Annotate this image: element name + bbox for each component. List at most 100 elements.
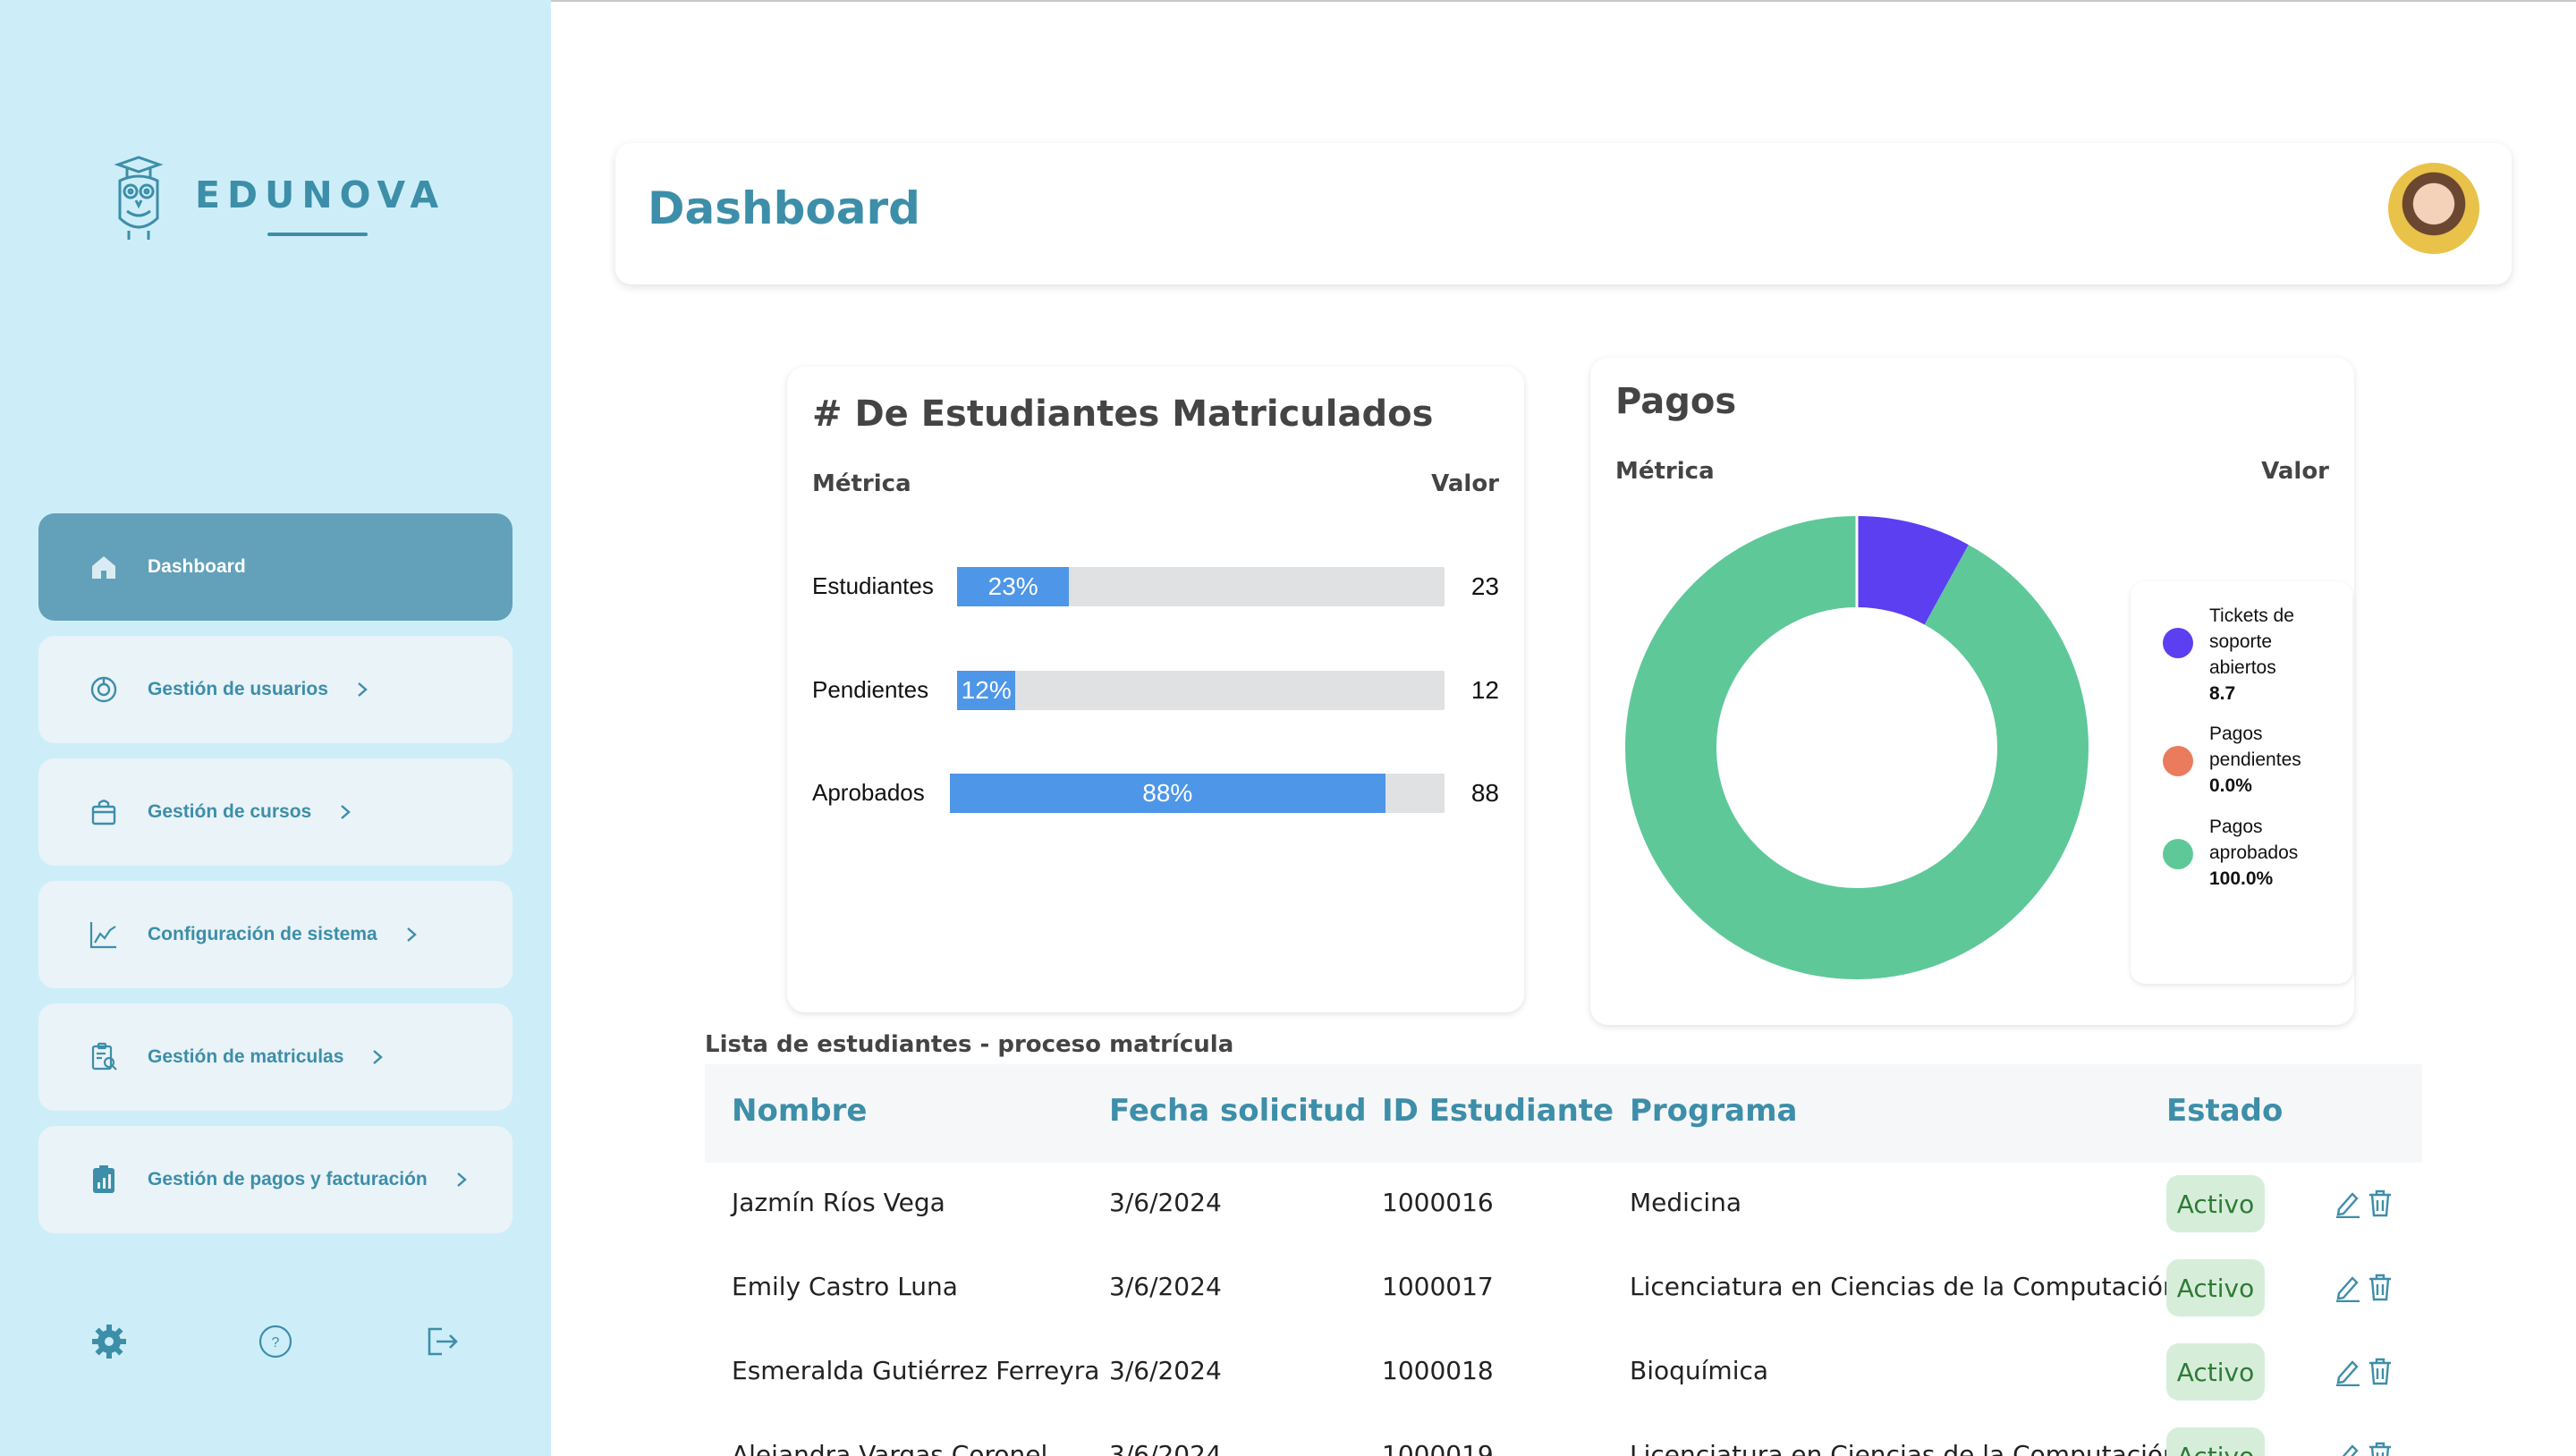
cell-date: 3/6/2024: [1109, 1440, 1222, 1456]
donut-slice[interactable]: [1625, 516, 2089, 979]
cell-name: Jazmín Ríos Vega: [732, 1188, 945, 1217]
sidebar-item-label: Gestión de matriculas: [148, 1046, 344, 1067]
chevron-right-icon: [353, 681, 371, 698]
brand-underline: [267, 233, 368, 236]
status-badge: Activo: [2166, 1259, 2265, 1316]
status-badge: Activo: [2166, 1175, 2265, 1232]
cell-date: 3/6/2024: [1109, 1356, 1222, 1385]
value-header: Valor: [1431, 470, 1499, 497]
sidebar-item-label: Gestión de pagos y facturación: [148, 1169, 428, 1189]
bar-value: 23: [1470, 572, 1499, 600]
cell-id: 1000016: [1382, 1188, 1494, 1217]
cell-id: 1000018: [1382, 1356, 1494, 1385]
edit-icon[interactable]: [2334, 1440, 2361, 1456]
sidebar-footer: ?: [0, 1322, 551, 1363]
status-badge: Activo: [2166, 1427, 2265, 1456]
chevron-right-icon: [453, 1171, 470, 1189]
column-header-date[interactable]: Fecha solicitud: [1109, 1093, 1367, 1129]
bar-fill: 23%: [957, 567, 1070, 606]
column-header-status[interactable]: Estado: [2166, 1093, 2283, 1129]
chart-line-icon: [89, 919, 119, 950]
sidebar-item-system-config[interactable]: Configuración de sistema: [38, 881, 513, 988]
sidebar-item-dashboard[interactable]: Dashboard: [38, 513, 513, 621]
payments-card: Pagos Métrica Valor Tickets de soporte a…: [1590, 358, 2354, 1025]
report-icon: [89, 1164, 119, 1195]
cell-program: Licenciatura en Ciencias de la Computaci…: [1630, 1272, 2179, 1301]
cell-date: 3/6/2024: [1109, 1272, 1222, 1301]
legend-label: Pagos aprobados: [2209, 817, 2299, 863]
sidebar-item-label: Gestión de usuarios: [148, 679, 328, 699]
cell-id: 1000019: [1382, 1440, 1494, 1456]
metric-header: Métrica: [812, 470, 911, 497]
legend-swatch: [2163, 746, 2193, 776]
column-header-program[interactable]: Programa: [1630, 1093, 1797, 1129]
bar-fill: 88%: [950, 774, 1385, 813]
delete-icon[interactable]: [2367, 1440, 2394, 1456]
bar-track: 88%: [950, 774, 1445, 813]
owl-logo-icon: [114, 156, 164, 240]
cell-program: Medicina: [1630, 1188, 1742, 1217]
table-row[interactable]: Jazmín Ríos Vega 3/6/2024 1000016 Medicina A…: [705, 1163, 2422, 1247]
table-header: Nombre Fecha solicitud ID Estudiante Pro…: [705, 1064, 2422, 1163]
delete-icon[interactable]: [2367, 1188, 2394, 1218]
legend-text: Pagos pendientes 0.0%: [2209, 721, 2343, 799]
column-header-name[interactable]: Nombre: [732, 1093, 867, 1129]
home-icon: [89, 552, 119, 582]
chevron-right-icon: [402, 926, 420, 944]
student-list-title: Lista de estudiantes - proceso matrícula: [705, 1031, 1234, 1058]
user-circle-icon: [89, 674, 119, 705]
enrolled-students-card: # De Estudiantes Matriculados Métrica Va…: [787, 367, 1524, 1012]
delete-icon[interactable]: [2367, 1272, 2394, 1302]
column-header-id[interactable]: ID Estudiante: [1382, 1093, 1614, 1129]
bar-label: Pendientes: [812, 676, 929, 703]
bag-icon: [89, 797, 119, 827]
status-badge: Activo: [2166, 1343, 2265, 1401]
svg-text:?: ?: [272, 1335, 280, 1350]
sidebar-item-users[interactable]: Gestión de usuarios: [38, 636, 513, 743]
sidebar-item-courses[interactable]: Gestión de cursos: [38, 758, 513, 866]
chevron-right-icon: [369, 1048, 386, 1066]
value-header: Valor: [2261, 458, 2329, 485]
bar-row: Pendientes 12% 12: [787, 671, 1524, 710]
avatar[interactable]: [2388, 163, 2479, 254]
cell-name: Esmeralda Gutiérrez Ferreyra: [732, 1356, 1100, 1385]
legend-value: 0.0%: [2209, 775, 2252, 796]
bar-value: 12: [1470, 676, 1499, 704]
bar-track: 12%: [957, 671, 1445, 710]
brand-name: EDUNOVA: [195, 174, 446, 216]
delete-icon[interactable]: [2367, 1356, 2394, 1386]
gear-icon[interactable]: [89, 1322, 129, 1361]
edit-icon[interactable]: [2334, 1188, 2361, 1219]
bar-fill: 12%: [957, 671, 1016, 710]
clipboard-search-icon: [89, 1042, 119, 1072]
edit-icon[interactable]: [2334, 1272, 2361, 1303]
legend-swatch: [2163, 839, 2193, 869]
cell-program: Bioquímica: [1630, 1356, 1769, 1385]
help-icon[interactable]: ?: [256, 1322, 295, 1361]
header-card: Dashboard: [615, 143, 2512, 284]
cell-name: Alejandra Vargas Coronel: [732, 1440, 1048, 1456]
page-title: Dashboard: [648, 182, 920, 234]
legend-swatch: [2163, 628, 2193, 658]
bar-row: Aprobados 88% 88: [787, 774, 1524, 813]
bar-label: Estudiantes: [812, 572, 934, 599]
cell-date: 3/6/2024: [1109, 1188, 1222, 1217]
legend-text: Pagos aprobados 100.0%: [2209, 814, 2343, 892]
table-row[interactable]: Esmeralda Gutiérrez Ferreyra 3/6/2024 1000…: [705, 1331, 2422, 1415]
legend-value: 100.0%: [2209, 868, 2274, 889]
cell-id: 1000017: [1382, 1272, 1494, 1301]
table-row[interactable]: Alejandra Vargas Coronel 3/6/2024 1000019 L…: [705, 1415, 2422, 1456]
table-row[interactable]: Emily Castro Luna 3/6/2024 1000017 Licencia…: [705, 1247, 2422, 1331]
bar-track: 23%: [957, 567, 1445, 606]
bar-label: Aprobados: [812, 779, 925, 806]
sidebar-item-payments[interactable]: Gestión de pagos y facturación: [38, 1126, 513, 1233]
legend-label: Pagos pendientes: [2209, 724, 2301, 770]
logout-icon[interactable]: [422, 1322, 462, 1361]
chevron-right-icon: [336, 803, 354, 821]
brand-logo[interactable]: EDUNOVA: [111, 154, 438, 245]
sidebar: EDUNOVA Dashboard Gestión de usuarios Ge…: [0, 0, 551, 1456]
card-title: # De Estudiantes Matriculados: [812, 394, 1434, 435]
edit-icon[interactable]: [2334, 1356, 2361, 1387]
sidebar-item-enrollments[interactable]: Gestión de matriculas: [38, 1003, 513, 1111]
bar-row: Estudiantes 23% 23: [787, 567, 1524, 606]
